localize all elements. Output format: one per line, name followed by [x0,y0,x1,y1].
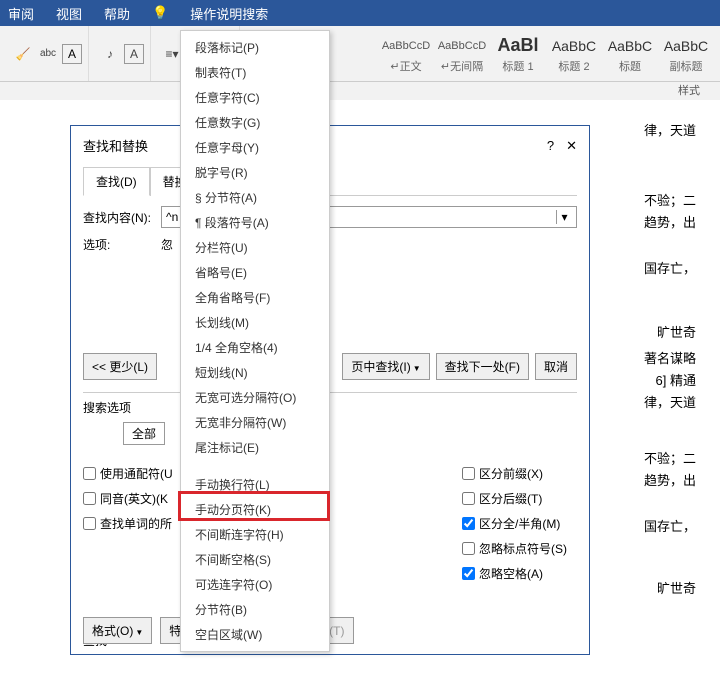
styles-gallery: AaBbCcD↵正文 AaBbCcD↵无间隔 AaBl标题 1 AaBbC标题 … [378,26,714,81]
menu-manual-page[interactable]: 手动分页符(K) [181,497,329,522]
options-value: 忽 [161,236,173,253]
search-options-label: 搜索选项 [83,399,577,416]
dialog-title: 查找和替换 [83,136,148,155]
menubar: 审阅 视图 帮助 💡 操作说明搜索 [0,0,720,26]
menu-any-digit[interactable]: 任意数字(G) [181,110,329,135]
chk-sounds-like[interactable]: 同音(英文)(K [83,490,173,507]
menu-ellipsis[interactable]: 省略号(E) [181,260,329,285]
find-replace-dialog: 查找和替换 ? ✕ 查找(D) 替换(P 查找内容(N): ^n ▾ 选项: 忽… [70,125,590,655]
doc-text: 6] 精通 [656,370,696,392]
menu-em-dash[interactable]: 长划线(M) [181,310,329,335]
style-h2[interactable]: AaBbC标题 2 [546,30,602,78]
close-icon[interactable]: ✕ [566,138,577,154]
chk-punct[interactable]: 忽略标点符号(S) [462,540,567,557]
doc-text: 旷世奇 [657,322,696,344]
menu-para-char[interactable]: ¶ 段落符号(A) [181,210,329,235]
options-label: 选项: [83,236,153,253]
style-subtitle[interactable]: AaBbC副标题 [658,30,714,78]
cancel-button[interactable]: 取消 [535,353,577,380]
format-button[interactable]: 格式(O)▼ [83,617,152,644]
menu-nowidth-opt[interactable]: 无宽可选分隔符(O) [181,385,329,410]
search-all-select[interactable]: 全部 [123,422,165,445]
menu-any-letter[interactable]: 任意字母(Y) [181,135,329,160]
in-reading-button[interactable]: 页中查找(I)▼ [342,353,429,380]
clear-format-icon[interactable]: 🧹 [12,43,34,65]
menu-column-break[interactable]: 分栏符(U) [181,235,329,260]
menu-nonbreak-space[interactable]: 不间断空格(S) [181,547,329,572]
menu-any-char[interactable]: 任意字符(C) [181,85,329,110]
style-body[interactable]: AaBbCcD↵正文 [378,30,434,78]
menu-endnote[interactable]: 尾注标记(E) [181,435,329,460]
toolbar: 🧹 abc A ♪ A ≡▾ ≡▾ ▤▾ AaBbCcD↵正文 AaBbCcD↵… [0,26,720,82]
doc-text: 著名谋略 [644,348,696,370]
doc-text: 国存亡， [644,516,696,538]
chk-wildcard[interactable]: 使用通配符(U [83,465,173,482]
special-format-menu: 段落标记(P) 制表符(T) 任意字符(C) 任意数字(G) 任意字母(Y) 脱… [180,30,330,652]
styles-caption: 样式 [0,82,720,100]
doc-text: 不验；二 [644,448,696,470]
phonetic-icon[interactable]: abc [37,43,59,65]
menu-whitespace[interactable]: 空白区域(W) [181,622,329,647]
menu-en-dash[interactable]: 短划线(N) [181,360,329,385]
menu-caret[interactable]: 脱字号(R) [181,160,329,185]
chevron-down-icon[interactable]: ▾ [556,210,572,224]
menu-quarter-space[interactable]: 1/4 全角空格(4) [181,335,329,360]
doc-text: 国存亡， [644,258,696,280]
char-box-icon[interactable]: A [62,44,82,64]
chk-fullhalf[interactable]: 区分全/半角(M) [462,515,567,532]
doc-text: 趋势，出 [644,212,696,234]
doc-text: 律，天道 [644,392,696,414]
doc-text: 旷世奇 [657,578,696,600]
menu-view[interactable]: 视图 [56,4,82,23]
menu-nowidth-non[interactable]: 无宽非分隔符(W) [181,410,329,435]
menu-para-mark[interactable]: 段落标记(P) [181,35,329,60]
less-button[interactable]: << 更少(L) [83,353,157,380]
doc-text: 不验；二 [644,190,696,212]
bulb-icon: 💡 [152,5,168,21]
chk-prefix[interactable]: 区分前缀(X) [462,465,567,482]
style-title[interactable]: AaBbC标题 [602,30,658,78]
menu-sep [181,460,329,472]
chk-space[interactable]: 忽略空格(A) [462,565,567,582]
tab-find[interactable]: 查找(D) [83,167,150,196]
menu-manual-line[interactable]: 手动换行符(L) [181,472,329,497]
char-a-icon[interactable]: A [124,44,144,64]
find-next-button[interactable]: 查找下一处(F) [436,353,529,380]
find-label: 查找内容(N): [83,209,153,226]
help-icon[interactable]: ? [547,138,554,154]
chk-suffix[interactable]: 区分后缀(T) [462,490,567,507]
menu-opt-hyphen[interactable]: 可选连字符(O) [181,572,329,597]
menu-search[interactable]: 操作说明搜索 [190,4,268,23]
doc-text: 趋势，出 [644,470,696,492]
menu-review[interactable]: 审阅 [8,4,34,23]
doc-text: 律，天道 [644,120,696,142]
chk-word-forms[interactable]: 查找单词的所 [83,515,173,532]
menu-section-break[interactable]: 分节符(B) [181,597,329,622]
menu-full-ellipsis[interactable]: 全角省略号(F) [181,285,329,310]
menu-section-char[interactable]: § 分节符(A) [181,185,329,210]
text-effect-icon[interactable]: ♪ [99,43,121,65]
style-h1[interactable]: AaBl标题 1 [490,30,546,78]
menu-help[interactable]: 帮助 [104,4,130,23]
menu-tab[interactable]: 制表符(T) [181,60,329,85]
menu-nonbreak-hyphen[interactable]: 不间断连字符(H) [181,522,329,547]
style-nospace[interactable]: AaBbCcD↵无间隔 [434,30,490,78]
